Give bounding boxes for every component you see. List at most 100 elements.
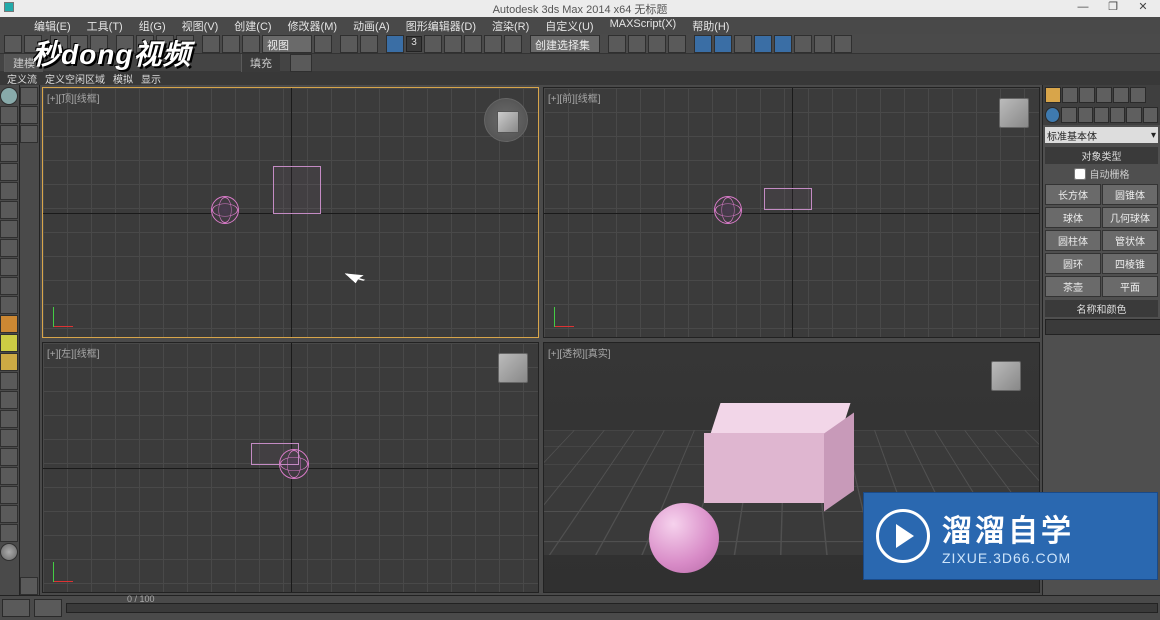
rotate-icon[interactable] <box>222 35 240 53</box>
sub-flow[interactable]: 定义流 <box>4 71 40 85</box>
btn-plane[interactable]: 平面 <box>1102 276 1158 297</box>
cp-sub-geometry-icon[interactable] <box>1045 107 1060 123</box>
select-manipulate-icon[interactable] <box>340 35 358 53</box>
align-icon[interactable] <box>628 35 646 53</box>
scene-box[interactable] <box>251 443 299 465</box>
lt2-play-icon[interactable] <box>20 577 38 595</box>
ltool-8-icon[interactable] <box>0 239 18 257</box>
sub-simulate[interactable]: 模拟 <box>110 71 136 85</box>
cp-sub-shapes-icon[interactable] <box>1061 107 1076 123</box>
scene-sphere[interactable] <box>714 196 742 224</box>
minimize-button[interactable]: — <box>1068 0 1098 17</box>
cp-tab-motion-icon[interactable] <box>1096 87 1112 103</box>
ltool-13-icon[interactable] <box>0 334 18 352</box>
restore-button[interactable]: ❐ <box>1098 0 1128 17</box>
ltool-5-icon[interactable] <box>0 182 18 200</box>
render-output-icon[interactable] <box>834 35 852 53</box>
cp-tab-modify-icon[interactable] <box>1062 87 1078 103</box>
menu-group[interactable]: 组(G) <box>135 17 170 34</box>
viewport-left-label[interactable]: [+][左][线框] <box>47 345 100 360</box>
autogrid-check-input[interactable] <box>1074 168 1086 180</box>
edge-snap-icon[interactable] <box>484 35 502 53</box>
tab-populate[interactable]: 填充 <box>241 54 280 72</box>
pivot-icon[interactable] <box>314 35 332 53</box>
graphite-icon[interactable] <box>668 35 686 53</box>
scene-box[interactable] <box>764 188 812 210</box>
selset-dropdown[interactable]: 创建选择集 <box>530 35 600 53</box>
timeline-slider[interactable]: 0 / 100 <box>66 603 1158 613</box>
menu-rendering[interactable]: 渲染(R) <box>488 17 533 34</box>
btn-sphere[interactable]: 球体 <box>1045 207 1101 228</box>
btn-torus[interactable]: 圆环 <box>1045 253 1101 274</box>
refcoord-dropdown[interactable]: 视图 <box>262 35 312 53</box>
menu-maxscript[interactable]: MAXScript(X) <box>606 17 681 34</box>
ltool-12-icon[interactable] <box>0 315 18 333</box>
ltool-10-icon[interactable] <box>0 277 18 295</box>
lt2-2-icon[interactable] <box>20 106 38 124</box>
rollout-namecolor[interactable]: 名称和颜色 <box>1045 300 1158 317</box>
ltool-sphere-icon[interactable] <box>0 543 18 561</box>
btn-pyramid[interactable]: 四棱锥 <box>1102 253 1158 274</box>
undo-icon[interactable] <box>4 35 22 53</box>
schematic-icon[interactable] <box>714 35 732 53</box>
lt2-3-icon[interactable] <box>20 125 38 143</box>
ltool-3-icon[interactable] <box>0 144 18 162</box>
menu-animation[interactable]: 动画(A) <box>349 17 394 34</box>
curve-editor-icon[interactable] <box>694 35 712 53</box>
ltool-9-icon[interactable] <box>0 258 18 276</box>
scale-icon[interactable] <box>242 35 260 53</box>
menu-edit[interactable]: 编辑(E) <box>30 17 75 34</box>
ltool-1-icon[interactable] <box>0 106 18 124</box>
ltool-21-icon[interactable] <box>0 505 18 523</box>
scene-box[interactable] <box>273 166 321 214</box>
ltool-11-icon[interactable] <box>0 296 18 314</box>
cp-sub-systems-icon[interactable] <box>1143 107 1158 123</box>
ltool-2-icon[interactable] <box>0 125 18 143</box>
scene-sphere[interactable] <box>211 196 239 224</box>
spinner-snap-icon[interactable] <box>464 35 482 53</box>
lt2-1-icon[interactable] <box>20 87 38 105</box>
snap-angle-input[interactable]: 3 <box>406 36 422 52</box>
ltool-14-icon[interactable] <box>0 372 18 390</box>
cp-tab-display-icon[interactable] <box>1113 87 1129 103</box>
viewport-top-label[interactable]: [+][顶][线框] <box>47 90 100 105</box>
snap-toggle-icon[interactable] <box>386 35 404 53</box>
sub-idle[interactable]: 定义空闲区域 <box>42 71 108 85</box>
btn-cylinder[interactable]: 圆柱体 <box>1045 230 1101 251</box>
btn-cone[interactable]: 圆锥体 <box>1102 184 1158 205</box>
viewcube-icon[interactable] <box>484 98 528 142</box>
category-dropdown[interactable]: 标准基本体▾ <box>1045 127 1158 143</box>
cp-sub-space-icon[interactable] <box>1126 107 1141 123</box>
close-button[interactable]: ✕ <box>1128 0 1158 17</box>
viewport-persp-label[interactable]: [+][透视][真实] <box>548 345 611 360</box>
render-setup-icon[interactable] <box>754 35 772 53</box>
ltool-22-icon[interactable] <box>0 524 18 542</box>
dropdown-icon[interactable] <box>290 54 312 72</box>
ltool-7-icon[interactable] <box>0 220 18 238</box>
menu-customize[interactable]: 自定义(U) <box>541 17 597 34</box>
material-editor-icon[interactable] <box>734 35 752 53</box>
layers-icon[interactable] <box>648 35 666 53</box>
viewcube-icon[interactable] <box>999 98 1029 128</box>
viewport-front[interactable]: [+][前][线框] <box>543 87 1040 338</box>
keymode-icon[interactable] <box>360 35 378 53</box>
cp-sub-lights-icon[interactable] <box>1078 107 1093 123</box>
viewport-front-label[interactable]: [+][前][线框] <box>548 90 601 105</box>
ltool-4-icon[interactable] <box>0 163 18 181</box>
cp-sub-helpers-icon[interactable] <box>1110 107 1125 123</box>
ltool-20-icon[interactable] <box>0 486 18 504</box>
viewport-top[interactable]: [+][顶][线框] <box>42 87 539 338</box>
ltool-15-icon[interactable] <box>0 391 18 409</box>
btn-tube[interactable]: 管状体 <box>1102 230 1158 251</box>
object-name-input[interactable] <box>1045 319 1160 335</box>
btn-teapot[interactable]: 茶壶 <box>1045 276 1101 297</box>
render-frame-icon[interactable] <box>774 35 792 53</box>
sub-display[interactable]: 显示 <box>138 71 164 85</box>
move-icon[interactable] <box>202 35 220 53</box>
menu-modifiers[interactable]: 修改器(M) <box>284 17 342 34</box>
menu-views[interactable]: 视图(V) <box>178 17 223 34</box>
ltool-sun-icon[interactable] <box>0 353 18 371</box>
timeline-config-icon[interactable] <box>2 599 30 617</box>
btn-geosphere[interactable]: 几何球体 <box>1102 207 1158 228</box>
teapot-render-icon[interactable] <box>814 35 832 53</box>
